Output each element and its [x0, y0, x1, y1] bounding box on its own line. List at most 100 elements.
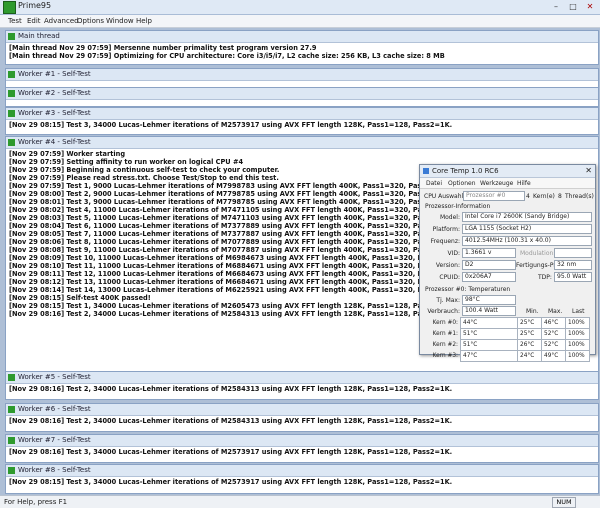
menu-bar: Test Edit Advanced Options Window Help [0, 15, 600, 28]
temperatures-heading: Prozessor #0: Temperaturen [425, 286, 511, 293]
prime95-window-icon [8, 71, 15, 78]
core-label: Kern #1: [432, 331, 458, 337]
table-row: Kern #1: 51°C 25°C 52°C 100% [424, 328, 590, 340]
window-title: Worker #6 - Self-Test [18, 405, 91, 413]
window-titlebar[interactable]: Worker #4 - Self-Test [6, 137, 598, 149]
prime95-window-icon [8, 374, 15, 381]
power-value: 100.4 Watt [462, 306, 516, 316]
core-label: Kern #2: [432, 342, 458, 348]
window-main-thread[interactable]: Main thread [Main thread Nov 29 07:59] M… [5, 30, 599, 65]
window-titlebar[interactable]: Worker #1 - Self-Test [6, 69, 598, 81]
max-column-header: Max. [548, 308, 563, 315]
maximize-button[interactable]: □ [565, 1, 581, 12]
core-min: 25°C [517, 317, 542, 329]
status-help-text: For Help, press F1 [4, 498, 68, 506]
coretemp-menu-optionen[interactable]: Optionen [448, 180, 476, 187]
cores-count: 4 [526, 193, 530, 200]
core-load: 100% [565, 317, 590, 329]
core-temp: 44°C [460, 317, 518, 329]
window-titlebar[interactable]: Worker #8 - Self-Test [6, 465, 598, 477]
log-line: [Nov 29 08:16] Test 2, 34000 Lucas-Lehme… [9, 417, 453, 425]
coretemp-close-button[interactable]: ✕ [585, 166, 592, 175]
cpuid-value: 0x206A7 [462, 272, 516, 282]
coretemp-title: Core Temp 1.0 RC6 [432, 167, 499, 175]
window-title: Worker #3 - Self-Test [18, 109, 91, 117]
status-bar: For Help, press F1 NUM [0, 495, 600, 508]
table-row: Kern #0: 44°C 25°C 46°C 100% [424, 317, 590, 329]
window-worker-5[interactable]: Worker #5 - Self-Test [Nov 29 08:16] Tes… [5, 371, 599, 400]
frequency-label: Frequenz: [430, 238, 460, 245]
log-output: [Nov 29 08:16] Test 2, 34000 Lucas-Lehme… [6, 416, 598, 426]
coretemp-menu-datei[interactable]: Datei [426, 180, 442, 187]
revision-label: Version: [435, 262, 460, 269]
modulation-value [554, 248, 592, 258]
window-title: Worker #4 - Self-Test [18, 138, 91, 146]
cpu-select-dropdown[interactable]: Prozessor #0 [463, 191, 525, 201]
core-min: 25°C [517, 328, 542, 340]
core-label: Kern #0: [432, 320, 458, 326]
core-temp: 51°C [460, 328, 518, 340]
log-output: [Nov 29 08:16] Test 3, 34000 Lucas-Lehme… [6, 447, 598, 457]
log-output: [Nov 29 08:15] Test 3, 34000 Lucas-Lehme… [6, 120, 598, 130]
window-titlebar[interactable]: Worker #7 - Self-Test [6, 435, 598, 447]
coretemp-menu-hilfe[interactable]: Hilfe [517, 180, 531, 187]
num-lock-indicator: NUM [552, 497, 576, 508]
revision-value: D2 [462, 260, 516, 270]
modulation-label: Modulation: [520, 250, 556, 257]
coretemp-menu-bar: Datei Optionen Werkzeuge Hilfe [420, 178, 595, 189]
window-title: Worker #7 - Self-Test [18, 436, 91, 444]
threads-label: Thread(s) [565, 193, 594, 200]
window-worker-1[interactable]: Worker #1 - Self-Test [5, 68, 599, 88]
core-load: 100% [565, 350, 590, 362]
window-titlebar[interactable]: Worker #5 - Self-Test [6, 372, 598, 384]
log-line: [Main thread Nov 29 07:59] Mersenne numb… [9, 44, 317, 52]
coretemp-titlebar[interactable]: Core Temp 1.0 RC6 ✕ [420, 165, 595, 178]
min-column-header: Min. [526, 308, 539, 315]
core-max: 52°C [541, 328, 566, 340]
close-button[interactable]: ✕ [582, 1, 598, 12]
window-title: Worker #1 - Self-Test [18, 70, 91, 78]
table-row: Kern #3: 47°C 24°C 49°C 100% [424, 350, 590, 362]
coretemp-window[interactable]: Core Temp 1.0 RC6 ✕ Datei Optionen Werkz… [419, 164, 596, 362]
log-line: [Main thread Nov 29 07:59] Optimizing fo… [9, 52, 445, 60]
core-label: Kern #3: [432, 353, 458, 359]
window-worker-8[interactable]: Worker #8 - Self-Test [Nov 29 08:15] Tes… [5, 464, 599, 494]
window-worker-7[interactable]: Worker #7 - Self-Test [Nov 29 08:16] Tes… [5, 434, 599, 463]
log-output: [Nov 29 08:16] Test 2, 34000 Lucas-Lehme… [6, 384, 598, 394]
app-title: Prime95 [18, 1, 52, 10]
tjmax-label: Tj. Max: [436, 297, 460, 304]
core-temp: 51°C [460, 339, 518, 351]
prime95-window-icon [8, 90, 15, 97]
window-worker-2[interactable]: Worker #2 - Self-Test [5, 87, 599, 107]
window-titlebar[interactable]: Worker #3 - Self-Test [6, 108, 598, 120]
prime95-window-icon [8, 406, 15, 413]
coretemp-menu-werkzeuge[interactable]: Werkzeuge [480, 180, 513, 187]
menu-test[interactable]: Test [8, 17, 22, 25]
model-label: Model: [439, 214, 460, 221]
menu-options[interactable]: Options [77, 17, 104, 25]
log-line: [Nov 29 08:16] Test 3, 34000 Lucas-Lehme… [9, 448, 453, 456]
menu-edit[interactable]: Edit [27, 17, 41, 25]
window-title: Worker #2 - Self-Test [18, 89, 91, 97]
menu-advanced[interactable]: Advanced [44, 17, 79, 25]
menu-window[interactable]: Window [106, 17, 134, 25]
load-column-header: Last [572, 308, 585, 315]
window-worker-3[interactable]: Worker #3 - Self-Test [Nov 29 08:15] Tes… [5, 107, 599, 135]
threads-count: 8 [558, 193, 562, 200]
cpu-select-label: CPU Auswahl: [424, 193, 466, 200]
window-title: Worker #5 - Self-Test [18, 373, 91, 381]
window-titlebar[interactable]: Worker #6 - Self-Test [6, 404, 598, 416]
log-line: [Nov 29 08:15] Test 3, 34000 Lucas-Lehme… [9, 121, 453, 129]
core-max: 49°C [541, 350, 566, 362]
menu-help[interactable]: Help [136, 17, 152, 25]
platform-label: Platform: [432, 226, 460, 233]
log-line: [Nov 29 08:15] Test 3, 34000 Lucas-Lehme… [9, 478, 453, 486]
minimize-button[interactable]: – [548, 1, 564, 12]
model-value: Intel Core i7 2600K (Sandy Bridge) [462, 212, 592, 222]
window-titlebar[interactable]: Worker #2 - Self-Test [6, 88, 598, 100]
prime95-window-icon [8, 110, 15, 117]
core-temperature-table: Kern #0: 44°C 25°C 46°C 100% Kern #1: 51… [424, 317, 590, 362]
window-worker-6[interactable]: Worker #6 - Self-Test [Nov 29 08:16] Tes… [5, 403, 599, 432]
window-titlebar[interactable]: Main thread [6, 31, 598, 43]
core-max: 46°C [541, 317, 566, 329]
